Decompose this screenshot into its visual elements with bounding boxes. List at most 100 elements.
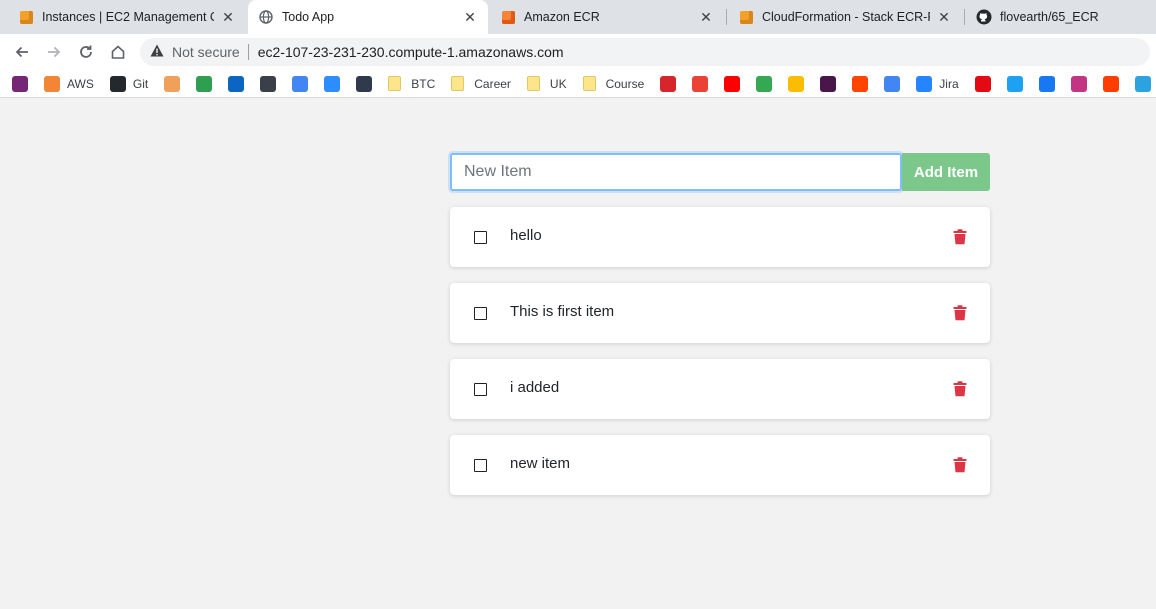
- zoom-icon: [324, 75, 341, 92]
- folder-icon: [451, 76, 465, 91]
- trash-icon[interactable]: [952, 381, 968, 397]
- todo-text: new item: [510, 455, 571, 472]
- bookmark-label: Jira: [939, 76, 959, 91]
- todo-app-page: Add Item hello This is first item i adde…: [0, 99, 1156, 609]
- google-maps-icon: [756, 75, 773, 92]
- bookmark-item[interactable]: [820, 75, 837, 92]
- bookmark-item[interactable]: [974, 75, 991, 92]
- bookmark-item[interactable]: [788, 75, 805, 92]
- contact-card-icon: [260, 75, 277, 92]
- todo-checkbox[interactable]: [474, 459, 487, 472]
- bookmark-item[interactable]: Course: [582, 76, 645, 91]
- folder-icon: [388, 76, 402, 91]
- reload-button[interactable]: [70, 36, 102, 68]
- bookmark-item[interactable]: [292, 75, 309, 92]
- bookmark-item[interactable]: [12, 75, 28, 92]
- bookmark-item[interactable]: [196, 75, 213, 92]
- docker-icon: [356, 75, 373, 92]
- trash-icon[interactable]: [952, 305, 968, 321]
- close-tab-icon[interactable]: ✕: [698, 9, 714, 25]
- tab-amazon-ecr[interactable]: Amazon ECR ✕: [490, 0, 724, 34]
- back-button[interactable]: [6, 36, 38, 68]
- telegram-icon: [1134, 75, 1151, 92]
- todo-item: new item: [450, 435, 990, 495]
- todo-item: i added: [450, 359, 990, 419]
- close-tab-icon[interactable]: ✕: [462, 9, 478, 25]
- bookmark-item[interactable]: [660, 75, 677, 92]
- reddit-icon: [852, 75, 869, 92]
- tab-github-repo[interactable]: flovearth/65_ECR: [966, 0, 1156, 34]
- todo-checkbox[interactable]: [474, 307, 487, 320]
- slack-icon: [820, 75, 837, 92]
- bookmark-label: Course: [605, 76, 645, 91]
- google-translate-icon: [292, 75, 309, 92]
- bookmark-item[interactable]: [324, 75, 341, 92]
- forward-button[interactable]: [38, 36, 70, 68]
- trash-icon[interactable]: [952, 229, 968, 245]
- bookmark-item[interactable]: [1070, 75, 1087, 92]
- bookmark-item[interactable]: [852, 75, 869, 92]
- tab-title: Amazon ECR: [524, 10, 600, 24]
- close-tab-icon[interactable]: ✕: [936, 9, 952, 25]
- alert-icon: [1102, 75, 1119, 92]
- aws-ecr-icon: [500, 9, 516, 25]
- bookmark-item[interactable]: UK: [526, 76, 567, 91]
- bookmark-label: UK: [549, 76, 567, 91]
- bookmark-item[interactable]: [1006, 75, 1023, 92]
- address-bar[interactable]: Not secure ec2-107-23-231-230.compute-1.…: [140, 38, 1150, 66]
- bookmark-item[interactable]: [756, 75, 773, 92]
- todo-text: i added: [510, 379, 560, 396]
- bookmark-item[interactable]: [884, 75, 901, 92]
- tab-strip: Instances | EC2 Management Cor ✕ Todo Ap…: [0, 0, 1156, 34]
- bookmark-item[interactable]: [724, 75, 741, 92]
- tab-title: CloudFormation - Stack ECR-Feyz: [762, 10, 930, 24]
- bookmarks-bar: AWS Git BTC Career UK Course Jira: [0, 70, 1156, 98]
- bookmark-item[interactable]: [260, 75, 277, 92]
- folder-icon: [526, 76, 540, 91]
- security-status[interactable]: Not secure: [172, 44, 240, 60]
- browser-toolbar: Not secure ec2-107-23-231-230.compute-1.…: [0, 34, 1156, 70]
- bookmark-item[interactable]: [356, 75, 373, 92]
- todo-text: hello: [510, 227, 542, 244]
- bookmark-item[interactable]: [692, 75, 709, 92]
- todo-checkbox[interactable]: [474, 383, 487, 396]
- bookmark-item[interactable]: [228, 75, 245, 92]
- tab-todo-app[interactable]: Todo App ✕: [248, 0, 488, 34]
- owl-icon: [196, 75, 213, 92]
- tab-cloudformation[interactable]: CloudFormation - Stack ECR-Feyz ✕: [728, 0, 962, 34]
- globe-icon: [258, 9, 274, 25]
- github-icon: [109, 75, 126, 92]
- folder-icon: [582, 76, 596, 91]
- tab-title: flovearth/65_ECR: [1000, 10, 1099, 24]
- avatar-icon: [164, 75, 181, 92]
- home-button[interactable]: [102, 36, 134, 68]
- add-item-button[interactable]: Add Item: [902, 153, 990, 191]
- url-text[interactable]: ec2-107-23-231-230.compute-1.amazonaws.c…: [258, 44, 564, 60]
- bookmark-label: Git: [132, 76, 149, 91]
- bookmark-item[interactable]: [1102, 75, 1119, 92]
- tab-title: Instances | EC2 Management Cor: [42, 10, 214, 24]
- bookmark-item[interactable]: AWS: [44, 75, 94, 92]
- bookmark-item[interactable]: [1038, 75, 1055, 92]
- trash-icon[interactable]: [952, 457, 968, 473]
- tab-ec2-instances[interactable]: Instances | EC2 Management Cor ✕: [8, 0, 246, 34]
- facebook-icon: [1038, 75, 1055, 92]
- todo-text: This is first item: [510, 303, 615, 320]
- todo-item: hello: [450, 207, 990, 267]
- todo-checkbox[interactable]: [474, 231, 487, 244]
- warning-icon[interactable]: [150, 44, 164, 60]
- gmail-icon: [692, 75, 709, 92]
- bookmark-item[interactable]: [1134, 75, 1151, 92]
- bookmark-label: BTC: [411, 76, 436, 91]
- new-item-input[interactable]: [450, 153, 902, 191]
- bookmark-item[interactable]: [164, 75, 181, 92]
- aws-cube-icon: [18, 9, 34, 25]
- bookmark-item[interactable]: Jira: [916, 75, 959, 92]
- bookmark-item[interactable]: BTC: [388, 76, 435, 91]
- bookmark-item[interactable]: Git: [109, 75, 149, 92]
- twitter-icon: [1006, 75, 1023, 92]
- close-tab-icon[interactable]: ✕: [220, 9, 236, 25]
- bookmark-item[interactable]: Career: [451, 76, 511, 91]
- aws-cube-icon: [44, 75, 60, 92]
- todo-item: This is first item: [450, 283, 990, 343]
